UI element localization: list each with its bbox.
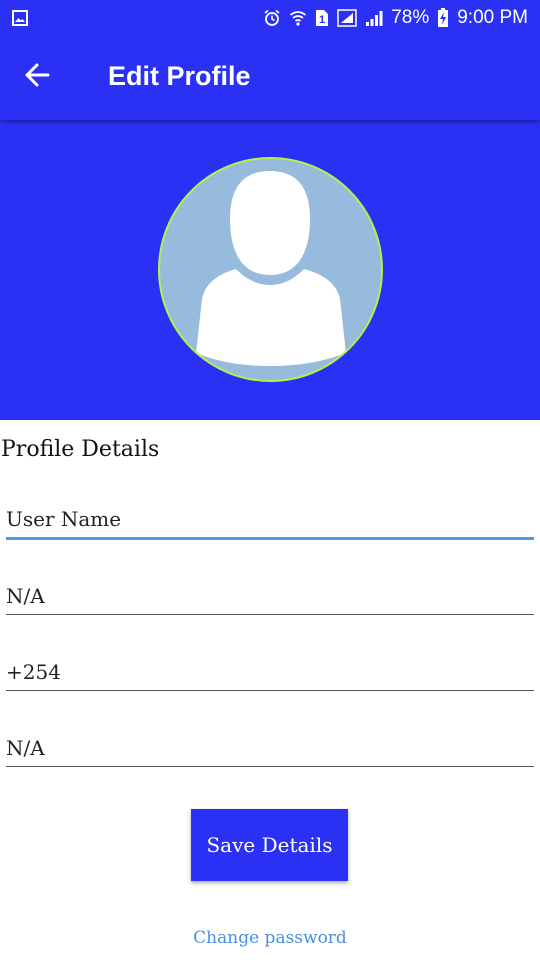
app-bar: Edit Profile [0,36,540,120]
gallery-icon [12,10,28,31]
sim-slot-number: 1 [319,14,325,26]
section-title: Profile Details [1,437,160,462]
profile-header [0,120,540,420]
page-title: Edit Profile [108,61,251,91]
avatar[interactable] [158,157,383,382]
phone-value: +254 [6,660,61,684]
change-password-link[interactable]: Change password [0,928,540,948]
back-button[interactable] [20,60,54,94]
arrow-left-icon [23,61,51,93]
user-name-value: User Name [6,507,122,531]
signal-icon [365,9,383,27]
alarm-icon [263,9,281,27]
sim-icon: 1 [315,9,329,27]
status-bar: 1 78% 9:00 PM [0,0,540,36]
address-field[interactable]: N/A [6,727,534,767]
email-field[interactable]: N/A [6,575,534,615]
signal-icon [337,9,357,27]
user-name-field[interactable]: User Name [6,500,534,540]
address-value: N/A [6,736,45,760]
email-value: N/A [6,584,45,608]
battery-percentage: 78% [391,7,430,28]
save-details-button[interactable]: Save Details [191,809,348,881]
battery-charging-icon [437,8,449,28]
clock: 9:00 PM [457,7,528,28]
phone-field[interactable]: +254 [6,651,534,691]
person-placeholder-icon [160,171,381,380]
wifi-icon [289,9,307,27]
